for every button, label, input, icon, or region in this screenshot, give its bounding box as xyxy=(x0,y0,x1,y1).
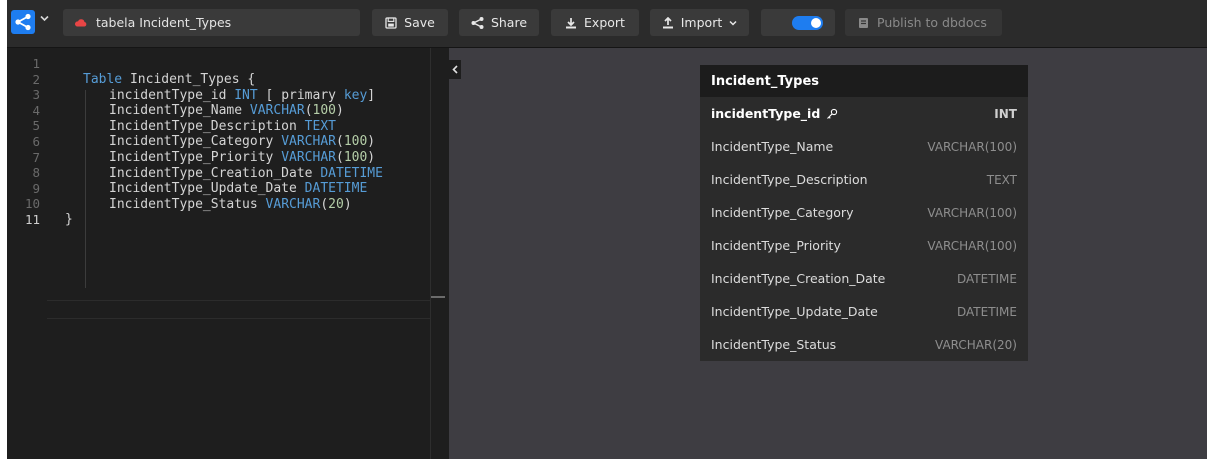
table-field-row[interactable]: IncidentType_Priority VARCHAR(100) xyxy=(700,229,1028,262)
primary-key-icon xyxy=(827,108,838,119)
field-name-text: IncidentType_Category xyxy=(711,205,854,220)
table-field-row[interactable]: IncidentType_Creation_Date DATETIME xyxy=(700,262,1028,295)
publish-to-dbdocs-button[interactable]: Publish to dbdocs xyxy=(845,9,1002,36)
share-button[interactable]: Share xyxy=(459,9,539,36)
line-number: 2 xyxy=(32,71,40,87)
chevron-down-icon[interactable] xyxy=(40,12,49,25)
dark-mode-toggle[interactable] xyxy=(761,9,835,36)
field-type: VARCHAR(100) xyxy=(927,238,1017,253)
save-label: Save xyxy=(404,15,435,30)
line-number: 1 xyxy=(32,56,40,71)
code-line-7: IncidentType_Priority VARCHAR(100) xyxy=(109,149,376,165)
table-field-row[interactable]: IncidentType_Update_Date DATETIME xyxy=(700,295,1028,328)
table-field-row[interactable]: IncidentType_Status VARCHAR(20) xyxy=(700,328,1028,361)
publish-label: Publish to dbdocs xyxy=(877,15,987,30)
chevron-left-icon xyxy=(452,65,458,74)
export-label: Export xyxy=(584,15,625,30)
toggle-knob xyxy=(811,18,821,28)
field-name-text: IncidentType_Update_Date xyxy=(711,304,878,319)
table-incident-types[interactable]: Incident_Types incidentType_id INT Inciden… xyxy=(700,65,1028,361)
field-name: IncidentType_Status xyxy=(711,337,836,352)
line-number: 10 xyxy=(24,196,40,212)
code-editor[interactable]: 1 2 3 4 5 6 7 8 9 10 11 Table Incident_Types { inc… xyxy=(7,48,449,459)
table-field-row[interactable]: incidentType_id INT xyxy=(700,97,1028,130)
code-line-6: IncidentType_Category VARCHAR(100) xyxy=(109,134,376,150)
field-type: INT xyxy=(994,106,1017,121)
table-header[interactable]: Incident_Types xyxy=(700,65,1028,97)
field-type: DATETIME xyxy=(956,304,1017,319)
project-name-field[interactable]: tabela Incident_Types xyxy=(63,9,360,36)
field-name: IncidentType_Name xyxy=(711,139,833,154)
field-name: IncidentType_Priority xyxy=(711,238,841,253)
line-number: 9 xyxy=(32,180,40,196)
line-number-gutter: 1 2 3 4 5 6 7 8 9 10 11 xyxy=(7,56,47,228)
table-fields: incidentType_id INT IncidentType_Name VARCH… xyxy=(700,97,1028,361)
field-type: VARCHAR(100) xyxy=(927,205,1017,220)
current-line-highlight xyxy=(47,300,431,319)
editor-scrollbar[interactable] xyxy=(430,48,431,459)
line-number: 3 xyxy=(32,87,40,103)
import-icon xyxy=(662,16,673,28)
moon-icon xyxy=(775,16,782,28)
field-name-text: incidentType_id xyxy=(711,106,821,121)
field-name: IncidentType_Category xyxy=(711,205,853,220)
save-icon xyxy=(385,16,397,29)
scroll-position-marker xyxy=(431,296,445,298)
field-type: DATETIME xyxy=(956,271,1017,286)
dbdiagram-app: tabela Incident_Types Save Share Export … xyxy=(7,0,1207,459)
code-line-10: IncidentType_Status VARCHAR(20) xyxy=(109,196,352,212)
export-button[interactable]: Export xyxy=(551,9,639,36)
code-line-4: IncidentType_Name VARCHAR(100) xyxy=(109,103,344,119)
code-line-9: IncidentType_Update_Date DATETIME xyxy=(109,181,368,197)
line-number: 8 xyxy=(32,165,40,181)
field-name-text: IncidentType_Creation_Date xyxy=(711,271,886,286)
line-number: 7 xyxy=(32,149,40,165)
table-field-row[interactable]: IncidentType_Category VARCHAR(100) xyxy=(700,196,1028,229)
table-field-row[interactable]: IncidentType_Description TEXT xyxy=(700,163,1028,196)
field-type: TEXT xyxy=(986,172,1017,187)
dbdocs-icon xyxy=(859,17,868,28)
line-number: 11 xyxy=(24,211,40,227)
line-number: 5 xyxy=(32,118,40,134)
field-type: VARCHAR(100) xyxy=(927,139,1017,154)
code-line-2: Table Incident_Types { xyxy=(83,72,256,87)
line-number: 4 xyxy=(32,102,40,118)
field-name: IncidentType_Description xyxy=(711,172,868,187)
code-content[interactable]: Table Incident_Types { incidentType_id I… xyxy=(65,72,383,228)
dbdiagram-logo-icon[interactable] xyxy=(11,10,35,34)
code-line-3: incidentType_id INT [ primary key] xyxy=(109,87,376,103)
share-icon xyxy=(471,16,484,29)
field-name: IncidentType_Update_Date xyxy=(711,304,878,319)
field-name-text: IncidentType_Name xyxy=(711,139,834,154)
field-name-text: IncidentType_Priority xyxy=(711,238,841,253)
import-label: Import xyxy=(680,15,723,30)
table-field-row[interactable]: IncidentType_Name VARCHAR(100) xyxy=(700,130,1028,163)
project-name: tabela Incident_Types xyxy=(96,15,232,30)
diagram-canvas[interactable]: Incident_Types incidentType_id INT Inciden… xyxy=(449,48,1207,459)
code-line-5: IncidentType_Description TEXT xyxy=(109,118,336,134)
field-name-text: IncidentType_Status xyxy=(711,337,837,352)
chevron-down-icon xyxy=(729,20,737,26)
code-line-8: IncidentType_Creation_Date DATETIME xyxy=(109,165,383,181)
cloud-icon xyxy=(74,19,87,27)
field-name: IncidentType_Creation_Date xyxy=(711,271,885,286)
top-toolbar: tabela Incident_Types Save Share Export … xyxy=(7,0,1207,48)
toggle-switch[interactable] xyxy=(792,16,823,30)
save-button[interactable]: Save xyxy=(372,9,448,36)
field-name: incidentType_id xyxy=(711,106,838,121)
line-number: 6 xyxy=(32,133,40,149)
collapse-editor-button[interactable] xyxy=(449,60,461,79)
share-label: Share xyxy=(490,15,528,30)
export-icon xyxy=(566,17,577,28)
field-type: VARCHAR(20) xyxy=(935,337,1017,352)
import-dropdown-button[interactable]: Import xyxy=(650,9,749,36)
code-line-11: } xyxy=(65,212,73,228)
field-name-text: IncidentType_Description xyxy=(711,172,868,187)
